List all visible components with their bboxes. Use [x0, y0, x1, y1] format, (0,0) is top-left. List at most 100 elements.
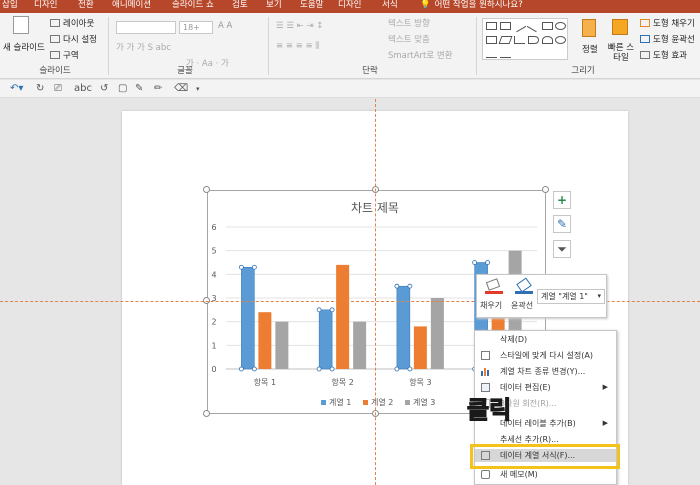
selection-handle: [329, 307, 335, 313]
align-icons[interactable]: ≡ ≡ ≡ ≡ ⫼: [276, 41, 319, 51]
present-icon[interactable]: ⎚: [54, 83, 62, 94]
tab-view[interactable]: 보기: [266, 0, 282, 13]
new-slide-button[interactable]: 새 슬라이드: [3, 41, 45, 53]
text-align-button[interactable]: 텍스트 맞춤: [388, 33, 430, 45]
bar[interactable]: [275, 321, 289, 369]
chevron-down-icon: ▾: [597, 292, 601, 300]
list-icons[interactable]: ☰ ☰ ⇤ ⇥ ↕: [276, 21, 323, 31]
line-shape-icon[interactable]: [512, 19, 527, 33]
tab-format[interactable]: 서식: [382, 0, 398, 13]
bar[interactable]: [241, 266, 255, 370]
font-format-icons[interactable]: 가 가 가 S abc: [116, 41, 171, 53]
pen-icon: [640, 35, 650, 43]
tab-help[interactable]: 도움말: [300, 0, 323, 13]
shape-outline-button[interactable]: 도형 윤곽선: [653, 33, 695, 45]
bar[interactable]: [353, 321, 367, 369]
highlighter-icon[interactable]: ✎: [135, 83, 143, 94]
menu-item-new-comment[interactable]: 새 메모(M): [475, 468, 616, 481]
shape-icon[interactable]: ▢: [118, 83, 127, 94]
new-slide-icon[interactable]: [13, 16, 29, 34]
rectangle-shape-icon[interactable]: [486, 22, 497, 30]
menu-item-label: 계열 차트 종류 변경(Y)...: [500, 367, 586, 376]
triangle-shape-icon[interactable]: [498, 36, 513, 44]
tab-transitions[interactable]: 전환: [78, 0, 94, 13]
redo-icon[interactable]: ↻: [36, 83, 44, 94]
lightbulb-icon: 💡: [420, 0, 431, 10]
selection-handle: [251, 264, 257, 270]
undo-icon[interactable]: ↶▾: [10, 83, 23, 94]
selection-handle: [485, 260, 491, 265]
highlight-box: [470, 444, 620, 469]
y-tick-label: 4: [211, 270, 216, 279]
selection-handle: [251, 366, 257, 372]
quick-styles-icon: [612, 19, 628, 35]
bar[interactable]: [396, 285, 411, 370]
selection-handle: [238, 366, 244, 372]
font-name-combo[interactable]: [116, 21, 176, 34]
arrange-icon: [582, 19, 596, 37]
outline-button[interactable]: [515, 277, 533, 294]
shape-fill-button[interactable]: 도형 채우기: [653, 17, 695, 29]
bracket-shape-icon[interactable]: [486, 50, 497, 58]
bar[interactable]: [258, 312, 272, 369]
divider: [268, 17, 269, 75]
shapes-gallery[interactable]: [482, 18, 568, 60]
legend-swatch: [405, 400, 410, 405]
menu-item-delete[interactable]: 삭제(D): [475, 333, 616, 346]
bar[interactable]: [430, 298, 444, 369]
layout-button[interactable]: 레이아웃: [63, 17, 94, 29]
tab-animations[interactable]: 애니메이션: [112, 0, 151, 13]
star-shape-icon[interactable]: [500, 50, 511, 58]
menu-item-change-chart-type[interactable]: 계열 차트 종류 변경(Y)...: [475, 365, 616, 378]
font-size-combo[interactable]: 18+: [179, 21, 213, 34]
ribbon-tab-bar: 삽입 디자인 전환 애니메이션 슬라이드 쇼 검토 보기 도움말 디자인 서식 …: [0, 0, 700, 13]
chart-filters-button[interactable]: ⏷: [553, 240, 571, 258]
rect-shape-icon[interactable]: [542, 22, 553, 30]
tab-design[interactable]: 디자인: [34, 0, 57, 13]
repeat-icon[interactable]: ↺: [100, 83, 108, 94]
fill-button[interactable]: [485, 278, 503, 294]
bar[interactable]: [336, 264, 350, 369]
tab-slideshow[interactable]: 슬라이드 쇼: [172, 0, 214, 13]
tell-me-box[interactable]: 💡 어떤 작업을 원하시나요?: [420, 0, 523, 13]
format-painter-icon[interactable]: ⌫: [174, 83, 188, 94]
bar[interactable]: [318, 309, 333, 370]
y-tick-label: 2: [211, 318, 216, 327]
oval-shape-icon[interactable]: [555, 22, 566, 30]
reset-button[interactable]: 다시 설정: [63, 33, 97, 45]
text-direction-button[interactable]: 텍스트 방향: [388, 17, 430, 29]
draw-icon[interactable]: ✏: [154, 83, 162, 94]
bar[interactable]: [413, 326, 427, 369]
reset-style-icon: [481, 351, 490, 360]
tab-chart-design[interactable]: 디자인: [338, 0, 361, 13]
fill-label: 채우기: [480, 301, 503, 310]
outline-color-swatch: [515, 291, 533, 294]
customize-qat-icon[interactable]: ▾: [196, 85, 200, 93]
corner-shape-icon[interactable]: [514, 36, 525, 44]
filter-icon: ⏷: [557, 242, 567, 256]
tab-review[interactable]: 검토: [232, 0, 248, 13]
series-select[interactable]: 계열 "계열 1" ▾: [537, 289, 605, 304]
shape-effects-button[interactable]: 도형 효과: [653, 49, 687, 61]
circle-shape-icon[interactable]: [555, 36, 566, 44]
curve-shape-icon[interactable]: [542, 36, 553, 44]
arc-shape-icon[interactable]: [528, 36, 539, 44]
spellcheck-icon[interactable]: abc: [74, 83, 92, 94]
tab-insert[interactable]: 삽입: [2, 0, 18, 13]
arrow-shape-icon[interactable]: [526, 19, 541, 33]
section-icon: [50, 51, 60, 59]
x-tick-label: 항목 2: [331, 378, 353, 387]
arrange-button[interactable]: 정렬: [582, 43, 598, 55]
legend-swatch: [321, 400, 326, 405]
section-button[interactable]: 구역: [63, 49, 79, 61]
grow-font-icon[interactable]: A A: [218, 21, 232, 31]
font-group-label: 글꼴: [177, 66, 193, 76]
quick-styles-button[interactable]: 빠른 스타일: [606, 43, 636, 63]
smartart-button[interactable]: SmartArt로 변환: [388, 49, 453, 61]
textbox-shape-icon[interactable]: [500, 22, 511, 30]
chart-styles-button[interactable]: ✎: [553, 215, 571, 233]
chart-elements-button[interactable]: +: [553, 191, 571, 209]
menu-item-label: 삭제(D): [500, 335, 528, 344]
menu-item-reset-style[interactable]: 스타일에 맞게 다시 설정(A): [475, 349, 616, 362]
square-shape-icon[interactable]: [486, 36, 497, 44]
